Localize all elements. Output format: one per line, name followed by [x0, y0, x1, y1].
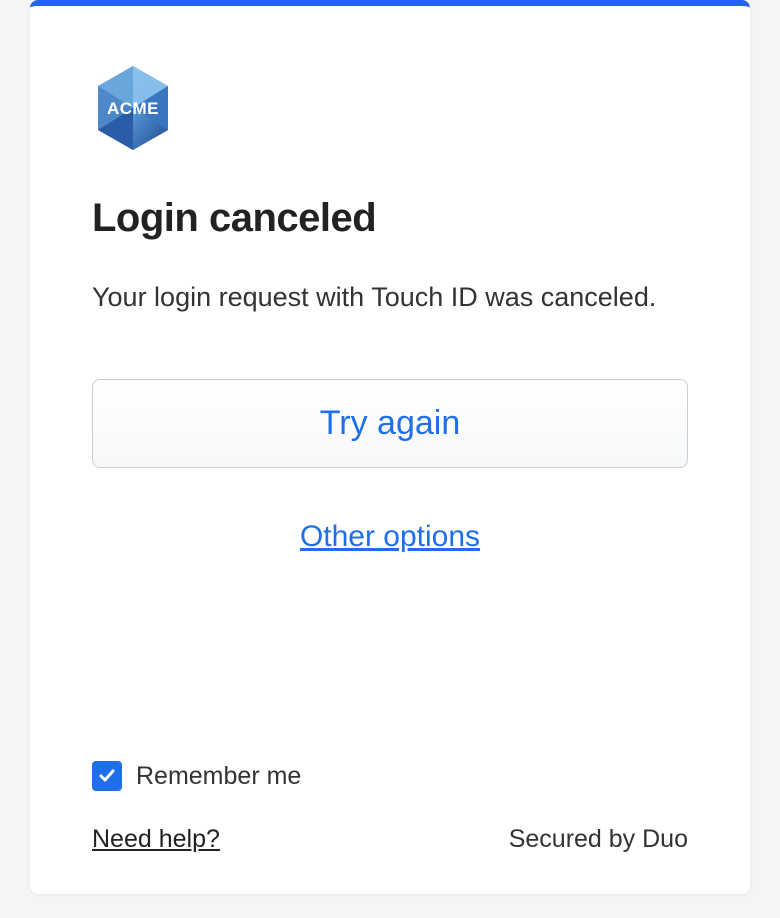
footer-row: Need help? Secured by Duo [92, 825, 688, 854]
status-message: Your login request with Touch ID was can… [92, 279, 688, 317]
try-again-button[interactable]: Try again [92, 379, 688, 468]
other-options-link[interactable]: Other options [92, 520, 688, 554]
logo-text: ACME [107, 99, 159, 118]
checkmark-icon [97, 766, 117, 786]
acme-logo-icon: ACME [92, 62, 174, 154]
page-title: Login canceled [92, 196, 688, 241]
need-help-link[interactable]: Need help? [92, 825, 220, 854]
remember-me-label[interactable]: Remember me [136, 762, 301, 791]
remember-me-checkbox[interactable] [92, 761, 122, 791]
remember-me-row: Remember me [92, 761, 688, 791]
secured-by-text: Secured by Duo [509, 825, 688, 854]
auth-card: ACME Login canceled Your login request w… [30, 0, 750, 894]
